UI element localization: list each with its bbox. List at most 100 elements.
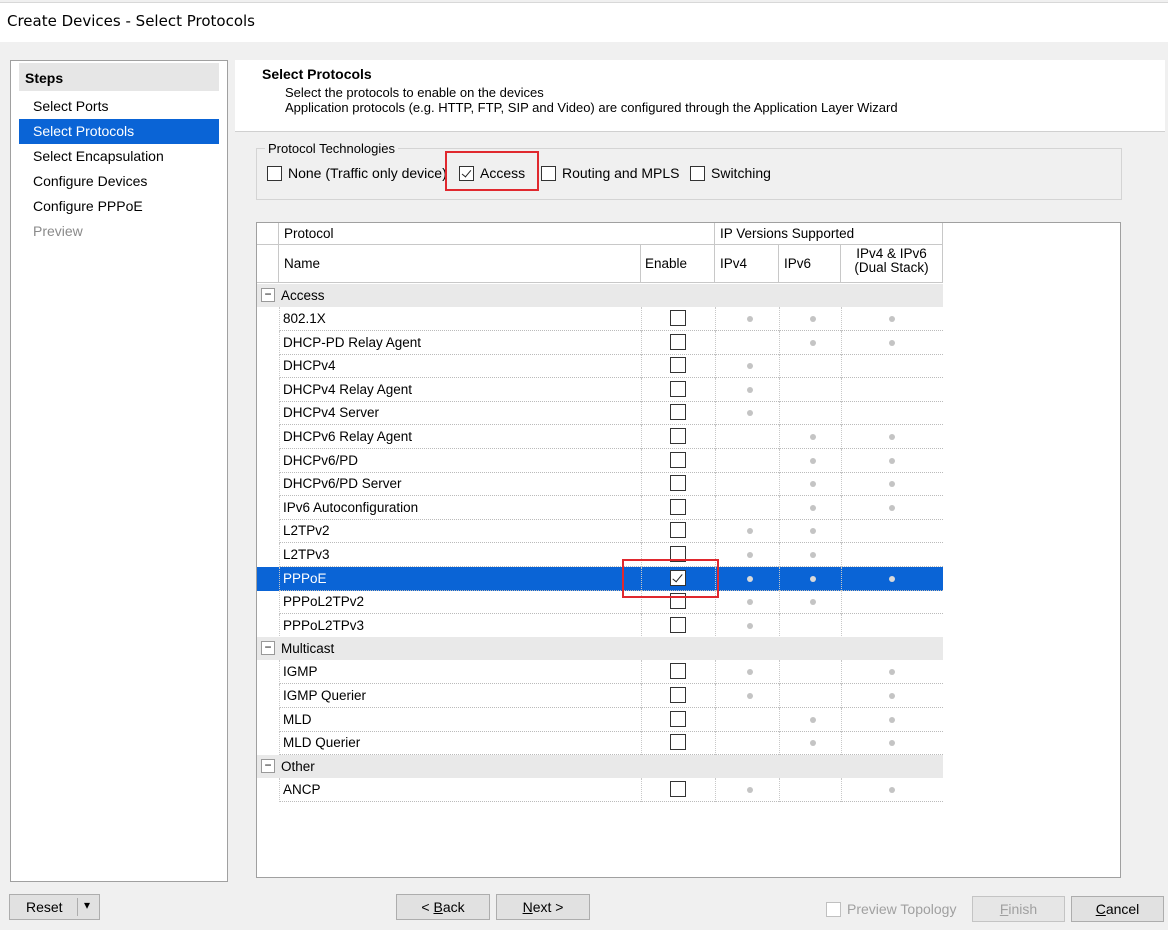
table-row[interactable]: PPPoE [257, 566, 943, 591]
protocol-name: MLD Querier [283, 735, 361, 751]
step-configure-pppoe[interactable]: Configure PPPoE [19, 194, 219, 219]
enable-checkbox[interactable] [670, 498, 686, 515]
ipv6-supported-dot-icon [810, 481, 816, 488]
cell-divider [841, 777, 842, 802]
table-row[interactable]: DHCPv6/PD [257, 448, 943, 473]
step-configure-devices[interactable]: Configure Devices [19, 169, 219, 194]
cell-divider [841, 495, 842, 520]
page-header: Select Protocols Select the protocols to… [235, 60, 1165, 132]
collapse-icon[interactable]: − [261, 641, 275, 656]
tech-routing-mpls-checkbox[interactable]: Routing and MPLS [541, 163, 680, 183]
enable-checkbox[interactable] [670, 451, 686, 468]
protocol-name: L2TPv3 [283, 547, 330, 562]
cancel-rest: ancel [1105, 901, 1140, 917]
page-note: Application protocols (e.g. HTTP, FTP, S… [285, 100, 898, 115]
table-row[interactable]: DHCPv4 Server [257, 401, 943, 426]
cell-divider [841, 590, 842, 615]
protocol-grid: Protocol IP Versions Supported Name Enab… [256, 222, 1121, 878]
step-select-encapsulation[interactable]: Select Encapsulation [19, 144, 219, 169]
next-rest: ext > [532, 899, 564, 915]
next-mnemonic: N [522, 899, 533, 915]
table-row[interactable]: L2TPv2 [257, 519, 943, 544]
enable-checkbox[interactable] [670, 710, 686, 727]
dual-supported-dot-icon [889, 481, 895, 488]
enable-checkbox[interactable] [670, 522, 686, 539]
table-row[interactable]: DHCPv6 Relay Agent [257, 425, 943, 449]
column-ipv4[interactable]: IPv4 [715, 245, 779, 282]
next-button[interactable]: Next > [496, 894, 590, 920]
enable-checkbox[interactable] [670, 475, 686, 492]
collapse-icon[interactable]: − [261, 288, 275, 302]
wizard-dialog: Steps Select Ports Select Protocols Sele… [0, 42, 1168, 930]
table-row[interactable]: DHCP-PD Relay Agent [257, 330, 943, 355]
header-spacer [257, 223, 279, 244]
cell-divider [279, 448, 280, 473]
table-row[interactable]: IGMP Querier [257, 684, 943, 708]
column-dual-stack[interactable]: IPv4 & IPv6 (Dual Stack) [841, 245, 943, 282]
cell-divider [641, 495, 642, 520]
cell-divider [279, 684, 280, 708]
enable-checkbox[interactable] [670, 428, 686, 444]
table-row[interactable]: L2TPv3 [257, 543, 943, 567]
enable-checkbox[interactable] [670, 310, 686, 326]
cancel-mnemonic: C [1095, 901, 1106, 917]
column-ipv6[interactable]: IPv6 [779, 245, 841, 282]
cancel-button[interactable]: Cancel [1071, 896, 1164, 922]
window-title: Create Devices - Select Protocols [7, 12, 255, 30]
cell-divider [715, 613, 716, 638]
enable-checkbox[interactable] [670, 333, 686, 350]
highlight-box-pppoe-enable [622, 559, 719, 598]
enable-checkbox[interactable] [670, 734, 686, 751]
enable-checkbox[interactable] [670, 687, 686, 703]
table-row[interactable]: PPPoL2TPv3 [257, 613, 943, 638]
cell-divider [779, 354, 780, 379]
back-button[interactable]: < Back [396, 894, 490, 920]
table-row[interactable]: ANCP [257, 777, 943, 802]
reset-split-button[interactable]: Reset ▾ [9, 894, 100, 920]
column-name[interactable]: Name [279, 245, 641, 282]
dropdown-arrow-icon[interactable]: ▾ [84, 898, 90, 912]
column-enable[interactable]: Enable [641, 245, 715, 282]
step-select-ports[interactable]: Select Ports [19, 94, 219, 119]
dual-supported-dot-icon [889, 693, 895, 699]
table-row[interactable]: IPv6 Autoconfiguration [257, 495, 943, 520]
tech-switching-checkbox[interactable]: Switching [690, 163, 771, 183]
reset-button-label[interactable]: Reset [26, 899, 63, 915]
collapse-icon[interactable]: − [261, 758, 275, 773]
table-row[interactable]: DHCPv4 [257, 354, 943, 379]
table-row[interactable]: PPPoL2TPv2 [257, 590, 943, 615]
enable-checkbox[interactable] [670, 616, 686, 633]
group-row-other[interactable]: − Other [257, 754, 943, 778]
enable-checkbox[interactable] [670, 380, 686, 397]
group-row-access[interactable]: − Access [257, 284, 943, 307]
table-row[interactable]: IGMP [257, 660, 943, 685]
group-row-multicast[interactable]: − Multicast [257, 637, 943, 661]
cell-divider [279, 354, 280, 379]
ipv6-supported-dot-icon [810, 504, 816, 511]
cell-divider [779, 519, 780, 544]
ipv6-supported-dot-icon [810, 552, 816, 558]
table-row[interactable]: 802.1X [257, 307, 943, 331]
protocol-name: DHCPv6 Relay Agent [283, 429, 413, 444]
enable-checkbox[interactable] [670, 780, 686, 797]
enable-checkbox[interactable] [670, 357, 686, 374]
group-label: Access [281, 288, 325, 303]
cell-divider [779, 566, 780, 591]
cell-divider [715, 472, 716, 497]
ipv6-supported-dot-icon [810, 599, 816, 606]
cell-divider [779, 472, 780, 497]
tech-none-checkbox[interactable]: None (Traffic only device) [267, 163, 447, 183]
cell-divider [715, 307, 716, 331]
step-select-protocols[interactable]: Select Protocols [19, 119, 219, 144]
table-row[interactable]: DHCPv6/PD Server [257, 472, 943, 497]
cell-divider [715, 495, 716, 520]
enable-checkbox[interactable] [670, 404, 686, 421]
checkbox-box [267, 165, 282, 181]
ipv6-supported-dot-icon [810, 457, 816, 464]
table-row[interactable]: MLD [257, 707, 943, 732]
table-row[interactable]: MLD Querier [257, 731, 943, 756]
table-row[interactable]: DHCPv4 Relay Agent [257, 377, 943, 402]
steps-header: Steps [19, 63, 219, 91]
protocol-name: MLD [283, 711, 312, 727]
enable-checkbox[interactable] [670, 663, 686, 680]
